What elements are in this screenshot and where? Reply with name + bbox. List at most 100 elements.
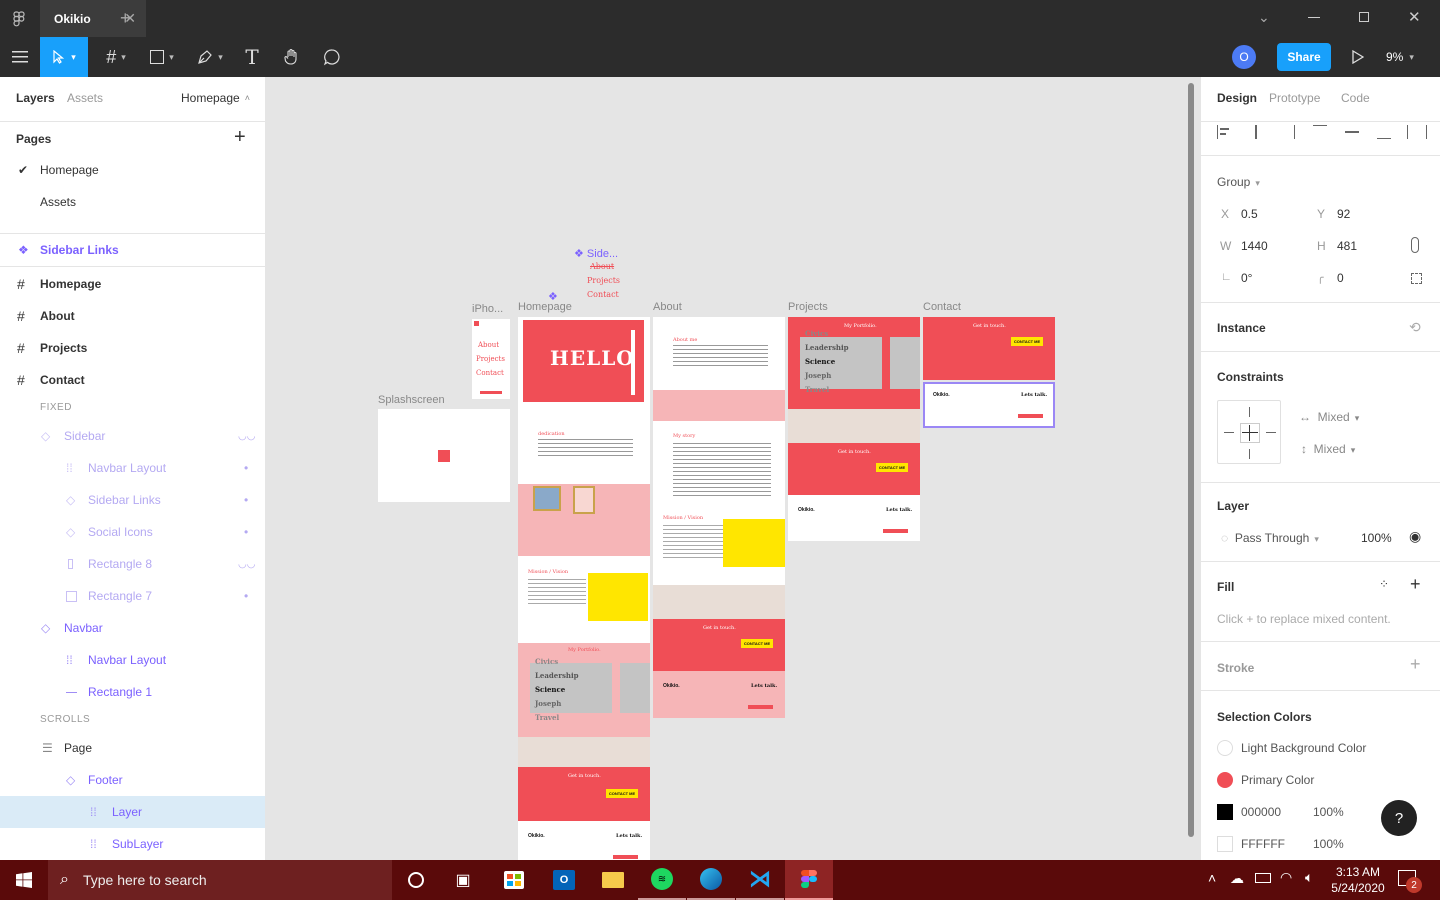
corner-radius-input[interactable]: 0 bbox=[1337, 271, 1344, 285]
layer-navbar-layout[interactable]: ⁞⁞ Navbar Layout • bbox=[0, 452, 265, 484]
constraints-widget[interactable] bbox=[1217, 400, 1281, 464]
layer-navbar-layout-2[interactable]: ⁞⁞ Navbar Layout bbox=[0, 644, 265, 676]
styles-grid-icon[interactable]: ⁘ bbox=[1379, 577, 1389, 591]
frame-about[interactable]: About me My story Mission / Vision Get i… bbox=[653, 317, 785, 718]
frame-splashscreen[interactable] bbox=[378, 409, 510, 502]
layer-page[interactable]: ☰ Page bbox=[0, 732, 265, 764]
x-input[interactable]: 0.5 bbox=[1241, 207, 1258, 221]
vertical-constraint-dropdown[interactable]: ↕ Mixed ▾ bbox=[1301, 442, 1355, 456]
zoom-dropdown[interactable]: 9% ▾ bbox=[1386, 49, 1414, 65]
align-center-h-icon[interactable] bbox=[1249, 125, 1263, 139]
add-fill-icon[interactable]: + bbox=[1410, 574, 1421, 595]
outlook-app-icon[interactable]: O bbox=[540, 860, 588, 900]
figma-app-icon[interactable] bbox=[785, 860, 833, 900]
task-view-icon[interactable]: ▣ bbox=[441, 860, 485, 900]
color-row-light-bg[interactable]: Light Background Color bbox=[1217, 739, 1427, 757]
frame-label-contact[interactable]: Contact bbox=[923, 301, 961, 313]
align-top-icon[interactable] bbox=[1313, 125, 1327, 139]
layer-rectangle-7[interactable]: Rectangle 7 • bbox=[0, 580, 265, 612]
figma-menu-icon[interactable] bbox=[8, 8, 30, 30]
vscode-app-icon[interactable]: ⋊ bbox=[736, 860, 784, 900]
volume-icon[interactable]: 🔈︎ bbox=[1305, 869, 1313, 886]
text-tool-icon[interactable]: T bbox=[236, 37, 268, 77]
tab-prototype[interactable]: Prototype bbox=[1269, 91, 1320, 105]
user-avatar[interactable]: O bbox=[1232, 45, 1256, 69]
clock[interactable]: 3:13 AM 5/24/2020 bbox=[1328, 864, 1388, 896]
hidden-eye-icon[interactable]: ◡◡ bbox=[238, 559, 255, 570]
align-right-icon[interactable] bbox=[1281, 125, 1295, 139]
page-select[interactable]: Homepage ˄ bbox=[181, 91, 250, 105]
design-canvas[interactable]: ❖ Side... About Projects Contact ❖ Splas… bbox=[266, 77, 1200, 860]
frame-label-sidebar[interactable]: ❖ Side... bbox=[574, 247, 618, 260]
page-item-assets[interactable]: Assets bbox=[0, 186, 265, 218]
reset-instance-icon[interactable]: ⟲ bbox=[1409, 319, 1421, 336]
close-window-icon[interactable]: ✕ bbox=[1408, 8, 1421, 26]
chevron-down-icon[interactable]: ⌄ bbox=[1258, 9, 1270, 26]
layer-sublayer[interactable]: ⁞⁞ SubLayer bbox=[0, 828, 265, 860]
frame-label-splashscreen[interactable]: Splashscreen bbox=[378, 394, 445, 406]
onedrive-icon[interactable]: ☁ bbox=[1230, 870, 1244, 887]
w-input[interactable]: 1440 bbox=[1241, 239, 1268, 253]
blend-mode-dropdown[interactable]: ◌ Pass Through ▾ bbox=[1221, 531, 1319, 545]
layer-opacity-input[interactable]: 100% bbox=[1361, 531, 1392, 545]
layer-layer-selected[interactable]: ⁞⁞ Layer bbox=[0, 796, 265, 828]
frame-iphone[interactable]: About Projects Contact bbox=[472, 319, 510, 399]
edge-app-icon[interactable] bbox=[687, 860, 735, 900]
distribute-icon[interactable] bbox=[1407, 125, 1427, 139]
frame-contact[interactable]: Get in touch. CONTACT ME Okikio. Lets ta… bbox=[923, 317, 1055, 428]
hamburger-menu-icon[interactable] bbox=[0, 37, 40, 77]
minimize-icon[interactable] bbox=[1308, 17, 1320, 18]
frame-label-iphone[interactable]: iPho... bbox=[472, 303, 503, 315]
layer-frame-about[interactable]: # About bbox=[0, 300, 265, 332]
color-row-white[interactable]: FFFFFF 100% bbox=[1217, 835, 1427, 853]
frame-label-homepage[interactable]: Homepage bbox=[518, 301, 572, 313]
layer-rectangle-8[interactable]: Rectangle 8 ◡◡ bbox=[0, 548, 265, 580]
rotation-input[interactable]: 0° bbox=[1241, 271, 1252, 285]
layer-frame-projects[interactable]: # Projects bbox=[0, 332, 265, 364]
align-center-v-icon[interactable] bbox=[1345, 125, 1359, 139]
pen-tool-button[interactable]: ▾ bbox=[190, 37, 230, 77]
tab-code[interactable]: Code bbox=[1341, 91, 1370, 105]
battery-icon[interactable] bbox=[1255, 873, 1271, 883]
horizontal-constraint-dropdown[interactable]: ↔ Mixed ▾ bbox=[1299, 410, 1359, 424]
frame-tool-button[interactable]: # ▾ bbox=[96, 37, 136, 77]
layer-social-icons[interactable]: ◇ Social Icons • bbox=[0, 516, 265, 548]
new-tab-icon[interactable]: + bbox=[120, 8, 131, 29]
maximize-icon[interactable] bbox=[1359, 12, 1369, 22]
cortana-icon[interactable] bbox=[394, 860, 438, 900]
add-page-icon[interactable]: + bbox=[234, 126, 246, 149]
present-play-icon[interactable] bbox=[1344, 43, 1372, 71]
frame-projects[interactable]: My Portfolio. Civics Leadership Science … bbox=[788, 317, 920, 541]
frame-homepage[interactable]: HELLO dedication Mission / Vision My Por… bbox=[518, 317, 650, 860]
layer-navbar[interactable]: ◇ Navbar bbox=[0, 612, 265, 644]
store-app-icon[interactable] bbox=[490, 860, 538, 900]
spotify-app-icon[interactable]: ≋ bbox=[638, 860, 686, 900]
y-input[interactable]: 92 bbox=[1337, 207, 1350, 221]
frame-label-projects[interactable]: Projects bbox=[788, 301, 828, 313]
comment-tool-icon[interactable] bbox=[316, 37, 348, 77]
layer-footer[interactable]: ◇ Footer bbox=[0, 764, 265, 796]
start-button[interactable] bbox=[0, 860, 48, 900]
h-input[interactable]: 481 bbox=[1337, 239, 1357, 253]
tab-design[interactable]: Design bbox=[1217, 91, 1257, 105]
align-bottom-icon[interactable] bbox=[1377, 125, 1391, 139]
show-hidden-icons[interactable]: ˄ bbox=[1208, 870, 1216, 886]
layer-sidebar-links-component[interactable]: ❖ Sidebar Links bbox=[0, 234, 265, 266]
tab-layers[interactable]: Layers bbox=[16, 91, 55, 105]
add-stroke-icon[interactable]: + bbox=[1410, 654, 1421, 675]
move-tool-button[interactable]: ▾ bbox=[40, 37, 88, 77]
align-left-icon[interactable] bbox=[1217, 125, 1231, 139]
layer-sidebar[interactable]: ◇ Sidebar ◡◡ bbox=[0, 420, 265, 452]
help-button[interactable]: ? bbox=[1381, 800, 1417, 836]
taskbar-search[interactable]: ⌕ Type here to search bbox=[48, 860, 392, 900]
visibility-eye-icon[interactable]: ◉ bbox=[1409, 528, 1421, 545]
wifi-icon[interactable]: ◠ bbox=[1280, 869, 1292, 886]
hidden-eye-icon[interactable]: ◡◡ bbox=[238, 431, 255, 442]
share-button[interactable]: Share bbox=[1277, 43, 1331, 71]
frame-label-about[interactable]: About bbox=[653, 301, 682, 313]
hand-tool-icon[interactable] bbox=[276, 37, 308, 77]
independent-corners-icon[interactable] bbox=[1411, 273, 1422, 284]
tab-assets[interactable]: Assets bbox=[67, 91, 103, 105]
shape-tool-button[interactable]: ▾ bbox=[142, 37, 182, 77]
group-dropdown[interactable]: Group ▾ bbox=[1217, 175, 1260, 189]
